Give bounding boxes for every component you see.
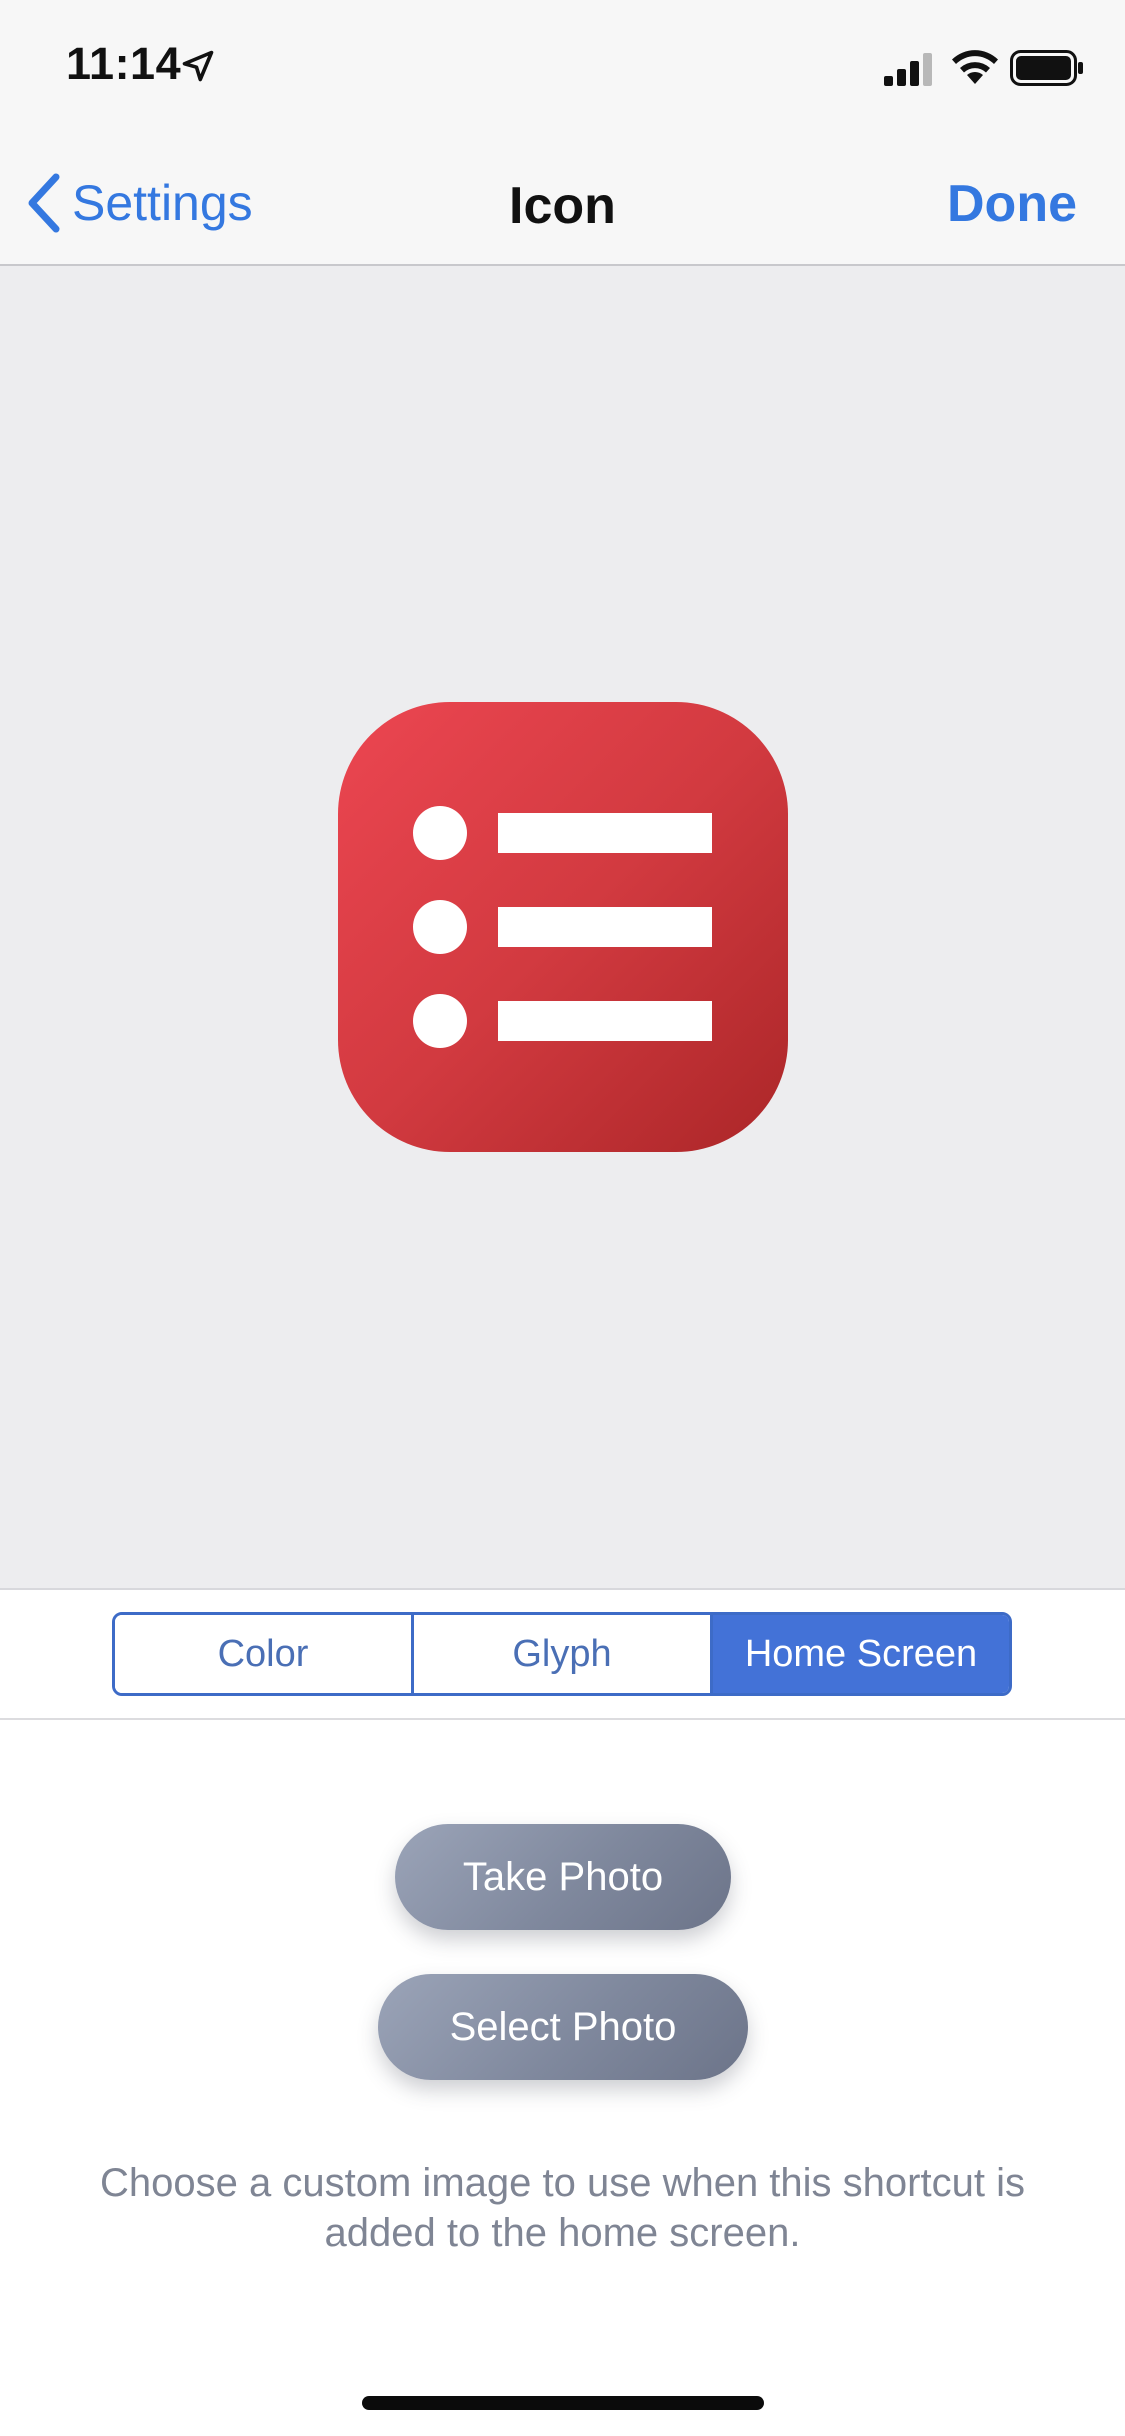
segment-bar: Color Glyph Home Screen [0, 1590, 1125, 1720]
list-line [498, 907, 712, 947]
segment-color[interactable]: Color [115, 1615, 411, 1693]
select-photo-button[interactable]: Select Photo [378, 1974, 748, 2080]
status-time: 11:14 [66, 38, 182, 89]
icon-preview-area [0, 266, 1125, 1590]
segment-glyph[interactable]: Glyph [411, 1615, 710, 1693]
list-bullet [413, 806, 467, 860]
home-indicator[interactable] [362, 2396, 764, 2410]
list-line [498, 813, 712, 853]
take-photo-button[interactable]: Take Photo [395, 1824, 731, 1930]
cellular-signal-icon [884, 53, 932, 86]
segment-home-screen[interactable]: Home Screen [710, 1615, 1009, 1693]
wifi-icon [952, 50, 998, 84]
list-line [498, 1001, 712, 1041]
screen: 11:14 Settings Icon Done Color Glyph Hom… [0, 0, 1125, 2436]
helper-text: Choose a custom image to use when this s… [100, 2161, 1025, 2255]
shortcut-app-icon [338, 702, 788, 1152]
status-bar: 11:14 [0, 0, 1125, 140]
list-bullet [413, 900, 467, 954]
navigation-bar: Settings Icon Done [0, 140, 1125, 266]
list-bullet [413, 994, 467, 1048]
done-button[interactable]: Done [947, 174, 1077, 234]
icon-mode-segmented-control: Color Glyph Home Screen [112, 1612, 1012, 1696]
battery-icon [1010, 50, 1083, 86]
location-arrow-icon [182, 50, 214, 82]
